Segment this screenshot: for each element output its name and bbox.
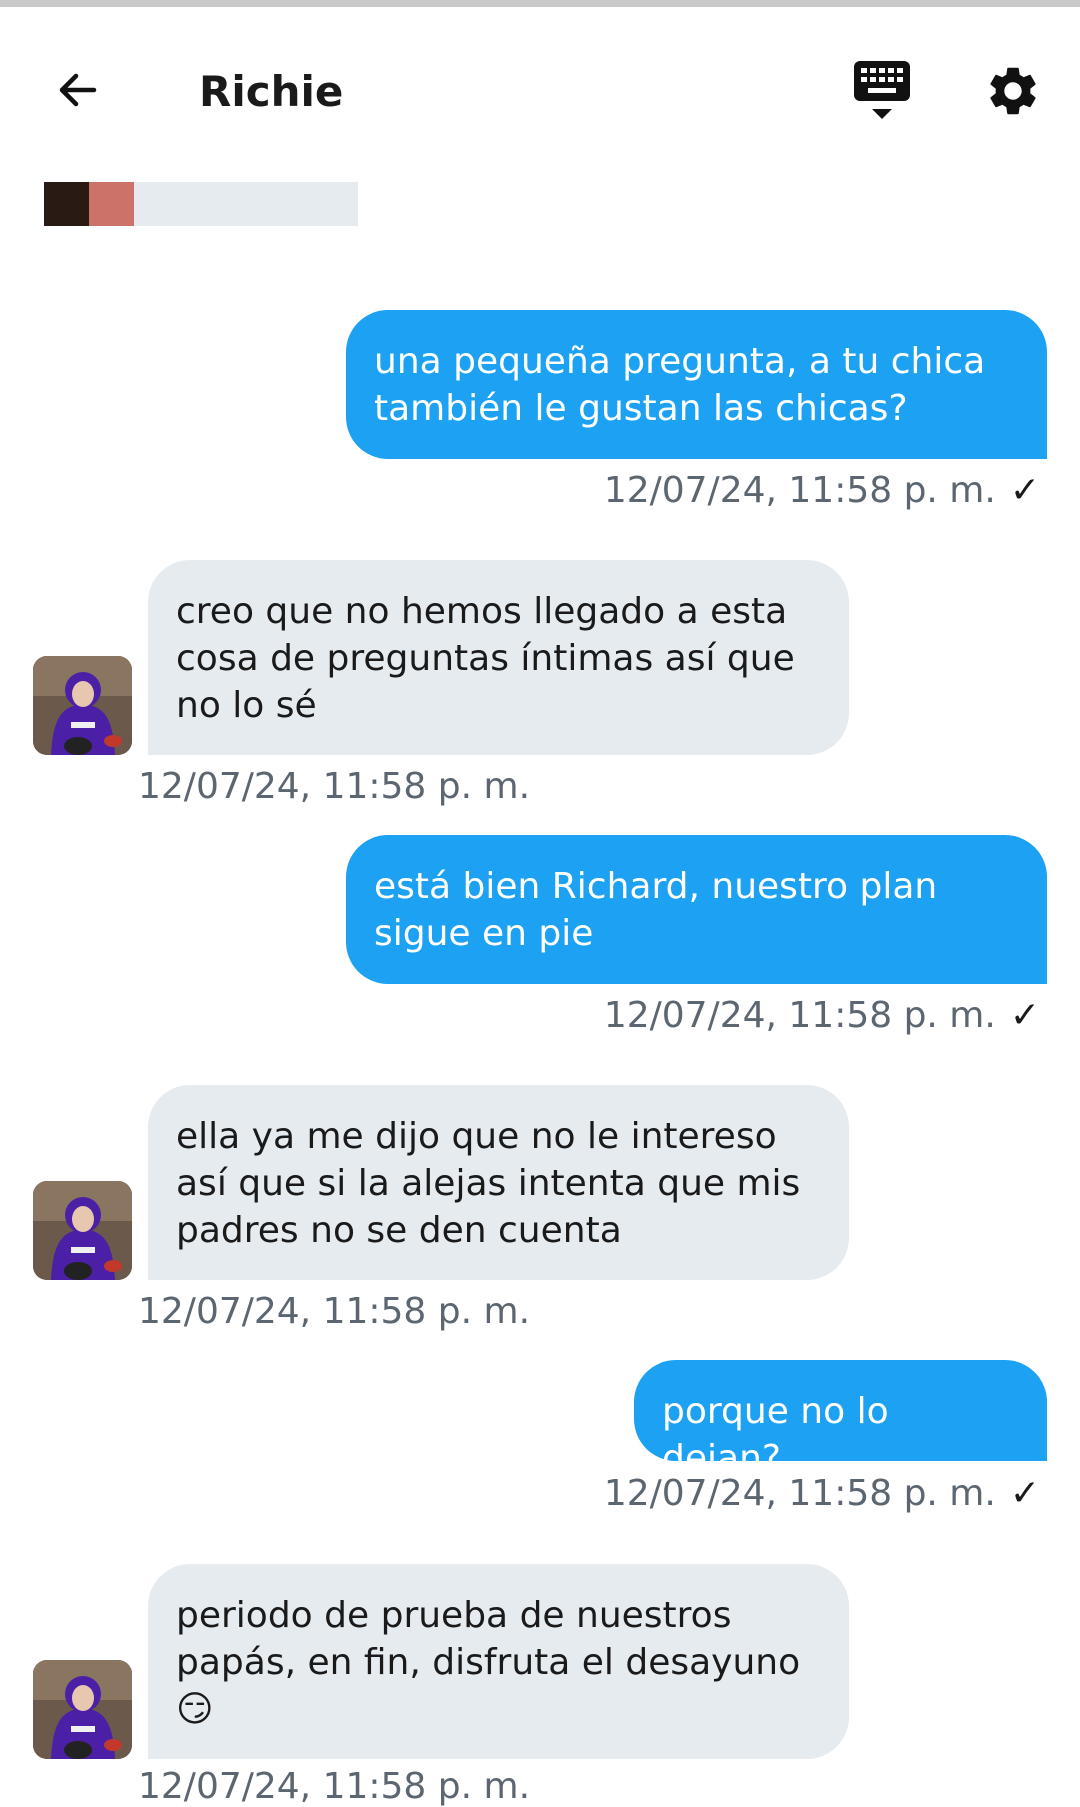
incoming-message-bubble[interactable]: periodo de prueba de nuestros papás, en … [148,1564,849,1759]
incoming-message-bubble[interactable]: creo que no hemos llegado a esta cosa de… [148,560,849,755]
progress-segment [89,182,134,226]
message-timestamp: 12/07/24, 11:58 p. m. ✓ [604,995,1040,1036]
message-text: creo que no hemos llegado a esta cosa de… [176,591,795,726]
chat-title: Richie [199,67,344,116]
message-text: porque no lo dejan? [662,1391,889,1479]
sent-check-icon: ✓ [1009,470,1040,511]
back-button[interactable] [50,62,106,118]
arrow-left-icon [59,73,97,107]
message-timestamp: 12/07/24, 11:58 p. m. [138,1766,530,1807]
avatar-photo [33,1660,132,1759]
message-timestamp: 12/07/24, 11:58 p. m. [138,1291,530,1332]
avatar[interactable] [33,1660,132,1759]
avatar[interactable] [33,1181,132,1280]
message-text: periodo de prueba de nuestros papás, en … [176,1595,801,1730]
message-timestamp: 12/07/24, 11:58 p. m. ✓ [604,1473,1040,1514]
outgoing-message-bubble[interactable]: porque no lo dejan? [634,1360,1047,1479]
chat-header: Richie [0,7,1080,165]
message-timestamp: 12/07/24, 11:58 p. m. ✓ [604,470,1040,511]
outgoing-message-bubble[interactable]: está bien Richard, nuestro plan sigue en… [346,835,1047,984]
avatar-photo [33,1181,132,1280]
message-text: está bien Richard, nuestro plan sigue en… [374,866,938,954]
timestamp-text: 12/07/24, 11:58 p. m. [603,470,996,511]
progress-track [134,182,358,226]
status-strip [0,0,1080,7]
message-text: ella ya me dijo que no le intereso así q… [176,1116,801,1251]
timestamp-text: 12/07/24, 11:58 p. m. [603,1473,996,1514]
sent-check-icon: ✓ [1009,995,1040,1036]
timestamp-text: 12/07/24, 11:58 p. m. [138,1291,531,1332]
settings-button[interactable] [984,62,1042,120]
timestamp-text: 12/07/24, 11:58 p. m. [603,995,996,1036]
message-timestamp: 12/07/24, 11:58 p. m. [138,766,530,807]
keyboard-button[interactable] [852,59,912,123]
timestamp-text: 12/07/24, 11:58 p. m. [138,766,531,807]
avatar-photo [33,656,132,755]
message-text: una pequeña pregunta, a tu chica también… [374,341,986,429]
avatar[interactable] [33,656,132,755]
gear-icon [990,67,1036,115]
outgoing-message-bubble[interactable]: una pequeña pregunta, a tu chica también… [346,310,1047,459]
keyboard-icon [854,61,910,119]
incoming-message-bubble[interactable]: ella ya me dijo que no le intereso así q… [148,1085,849,1280]
sent-check-icon: ✓ [1009,1473,1040,1514]
timestamp-text: 12/07/24, 11:58 p. m. [138,1766,531,1807]
story-progress-bar [44,182,358,226]
progress-segment [44,182,89,226]
